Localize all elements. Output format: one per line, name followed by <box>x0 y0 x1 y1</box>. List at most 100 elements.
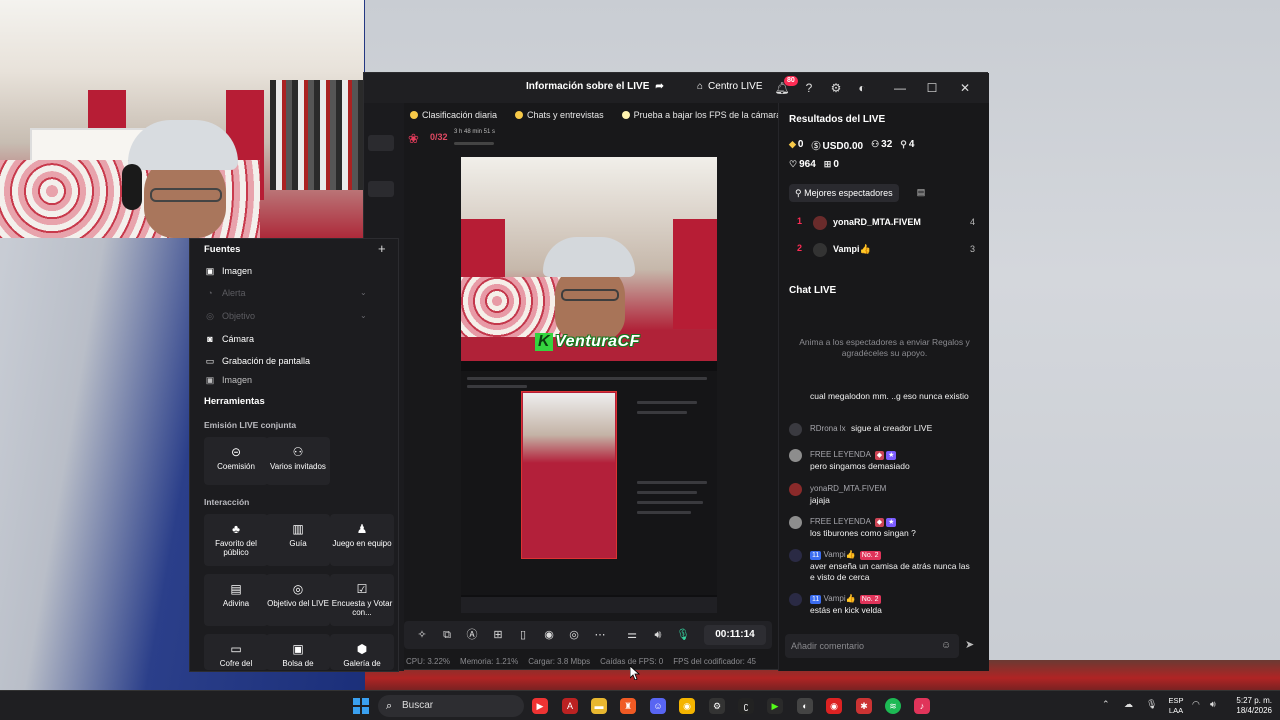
ranking-row[interactable]: 1 yonaRD_MTA.FIVEM 4 <box>789 216 975 232</box>
windows-start-icon[interactable] <box>353 698 369 714</box>
more-icon[interactable]: ⋯ <box>592 627 608 643</box>
share-icon[interactable]: ➦ <box>655 81 663 92</box>
tool-multi-guest[interactable]: ⚇ Varios invitados <box>266 437 330 485</box>
monitor-icon: ▭ <box>205 355 215 366</box>
guess-icon: ▤ <box>230 582 242 596</box>
glasses <box>561 289 619 301</box>
cloud-icon[interactable]: ☁ <box>1124 699 1133 710</box>
microphone-icon[interactable]: 🎙︎ <box>675 627 691 643</box>
chevron-up-icon[interactable]: ⌃ <box>1102 699 1110 710</box>
gifts-stat: ⊞ 0 <box>824 159 839 170</box>
top-viewers-label: Mejores espectadores <box>804 188 893 198</box>
maximize-icon[interactable]: ☐ <box>924 80 940 96</box>
nested-taskbar <box>461 597 717 613</box>
scene-icon[interactable]: ⧉ <box>439 627 455 643</box>
settings-icon[interactable]: ⚙ <box>828 80 844 96</box>
phone-icon[interactable]: ▯ <box>515 627 531 643</box>
avatar[interactable]: ◐ <box>854 80 870 96</box>
settings-app-icon[interactable]: ⚙ <box>709 698 725 714</box>
stream-preview[interactable]: K VenturaCF <box>461 157 717 613</box>
message-text: aver enseña un camisa de atrás nunca las… <box>810 561 970 582</box>
close-icon[interactable]: ✕ <box>957 80 973 96</box>
live-center-button[interactable]: ⌂ Centro LIVE <box>697 81 763 92</box>
source-item[interactable]: ◎ Objetivo <box>204 308 255 324</box>
chevron-down-icon[interactable]: ⌄ <box>360 311 367 320</box>
record-app-icon[interactable]: ◉ <box>826 698 842 714</box>
spotify-icon[interactable]: ≋ <box>885 698 901 714</box>
tool-team-game[interactable]: ♟ Juego en equipo <box>330 514 394 566</box>
adobe-icon[interactable]: A <box>562 698 578 714</box>
tool-live-goal[interactable]: ◎ Objetivo del LIVE <box>266 574 330 626</box>
tool-audience-favorite[interactable]: ♣ Favorito del público <box>204 514 268 566</box>
microphone-tray-icon[interactable]: 🎙︎ <box>1146 699 1157 710</box>
rank-number: 1 <box>797 216 803 226</box>
favorite-icon: ♣ <box>232 522 240 536</box>
language-indicator[interactable]: ESP LAA <box>1164 696 1188 716</box>
capcut-icon[interactable]: ʗ <box>738 698 754 714</box>
discord-icon[interactable]: ☺ <box>650 698 666 714</box>
tool-treasure-chest[interactable]: ▭ Cofre del <box>204 634 268 670</box>
kick-icon[interactable]: ▶ <box>767 698 783 714</box>
message-user: yonaRD_MTA.FIVEM <box>810 484 887 493</box>
magic-icon[interactable]: ✧ <box>414 627 430 643</box>
wifi-icon[interactable]: ◠ <box>1192 699 1200 710</box>
tab-chats[interactable]: Chats y entrevistas <box>511 106 608 124</box>
add-source-icon[interactable]: + <box>378 241 386 256</box>
comment-input[interactable]: Añadir comentario <box>785 634 959 658</box>
tab-fps-tip[interactable]: Prueba a bajar los FPS de la cámara <box>618 106 786 124</box>
rank-score: 3 <box>969 244 975 254</box>
game-app-icon[interactable]: ✱ <box>856 698 872 714</box>
taskbar-clock[interactable]: 5:27 p. m. 18/4/2026 <box>1228 696 1272 716</box>
layout-icon[interactable]: ⊞ <box>490 627 506 643</box>
record-icon[interactable]: ◉ <box>541 627 557 643</box>
source-item[interactable]: ◙ Cámara <box>204 331 254 347</box>
cap <box>543 237 635 277</box>
results-title: Resultados del LIVE <box>789 114 886 125</box>
message-text: cual megalodon mm. ..g eso nunca existio <box>810 391 969 401</box>
minimize-icon[interactable]: — <box>892 80 908 96</box>
gift-goal[interactable]: ❀ 0/32 3 h 48 min 51 s <box>408 129 498 151</box>
tool-gallery[interactable]: ⬢ Galería de <box>330 634 394 670</box>
source-item[interactable]: ▭ Grabación de pantalla <box>204 353 310 369</box>
brave-icon[interactable]: ♜ <box>620 698 636 714</box>
send-icon[interactable]: ➤ <box>965 638 974 651</box>
tool-bag[interactable]: ▣ Bolsa de <box>266 634 330 670</box>
sources-tools-panel: Fuentes + ▣ Imagen ◔ Alerta ⌄ ◎ Objetivo ⌄ … <box>189 238 399 672</box>
volume-tray-icon[interactable]: 🔊︎ <box>1210 699 1216 710</box>
home-icon: ⌂ <box>697 81 704 92</box>
live-info-title[interactable]: Información sobre el LIVE ➦ <box>526 81 664 92</box>
tool-poll[interactable]: ☑ Encuesta y Votar con... <box>330 574 394 626</box>
obs-icon[interactable]: ◐ <box>797 698 813 714</box>
help-icon[interactable]: ? <box>801 80 817 96</box>
bag-icon: ▣ <box>292 642 304 656</box>
list-icon[interactable]: ▤ <box>915 187 927 199</box>
volume-icon[interactable]: 🔊︎ <box>650 627 666 643</box>
source-item[interactable]: ◔ Alerta <box>204 285 245 301</box>
source-label: Imagen <box>222 266 253 276</box>
mixer-icon[interactable]: ⚌ <box>624 627 640 643</box>
taskbar-search[interactable]: ⌕ Buscar <box>378 695 524 717</box>
viewers-value: 32 <box>881 139 893 150</box>
emoji-icon[interactable]: ☺ <box>941 640 951 651</box>
youtube-icon[interactable]: ▶ <box>532 698 548 714</box>
chevron-down-icon[interactable]: ⌄ <box>360 288 367 297</box>
source-item[interactable]: ▣ Imagen <box>204 375 252 385</box>
camera-effects-icon[interactable]: ◎ <box>566 627 582 643</box>
encoder-fps-stat: FPS del codificador: 45 <box>673 657 756 666</box>
chrome-icon[interactable]: ◉ <box>679 698 695 714</box>
tiktok-live-studio-icon[interactable]: ♪ <box>914 698 930 714</box>
file-explorer-icon[interactable]: ▬ <box>591 698 607 714</box>
chat-messages[interactable]: cual megalodon mm. ..g eso nunca existio… <box>779 387 990 622</box>
tab-daily-ranking[interactable]: Clasificación diaria <box>406 106 501 124</box>
tab-label: Clasificación diaria <box>422 110 498 120</box>
source-item[interactable]: ▣ Imagen <box>204 263 252 279</box>
tool-guess[interactable]: ▤ Adivina <box>204 574 268 626</box>
control-bar: ✧ ⧉ Ⓐ ⊞ ▯ ◉ ◎ ⋯ ⚌ 🔊︎ 🎙︎ 00:11:14 <box>404 621 772 649</box>
ai-icon[interactable]: Ⓐ <box>464 627 480 643</box>
tool-guide[interactable]: ▥ Guía <box>266 514 330 566</box>
top-viewers-button[interactable]: ⚲ Mejores espectadores <box>789 184 899 202</box>
interaction-label: Interacción <box>204 497 250 507</box>
panel-block <box>368 181 394 197</box>
tool-coemission[interactable]: ⊝ Coemisión <box>204 437 268 485</box>
ranking-row[interactable]: 2 Vampi👍 3 <box>789 243 975 259</box>
